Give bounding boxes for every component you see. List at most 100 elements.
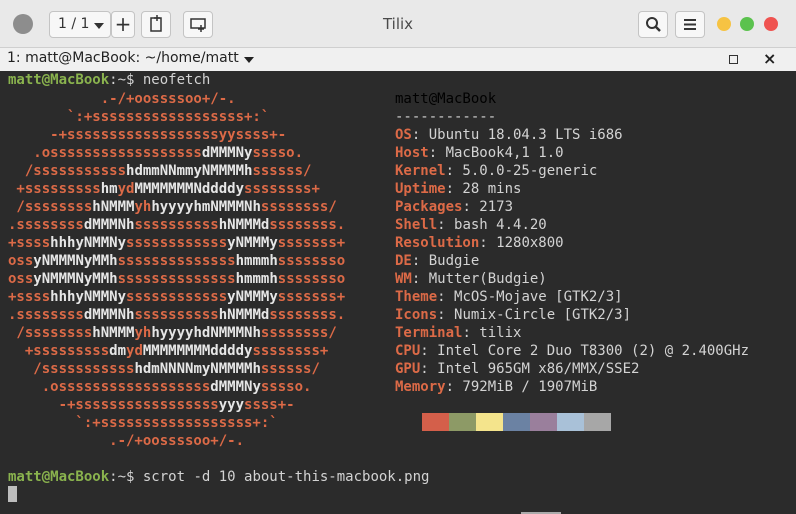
- close-button[interactable]: [764, 17, 778, 31]
- prompt-path: :~$: [109, 72, 143, 88]
- info-key: Terminal: [395, 325, 463, 341]
- info-row: Host: MacBook4,1 1.0: [395, 144, 564, 162]
- info-title: matt@MacBook: [395, 91, 497, 107]
- info-value: : 28 mins: [445, 181, 522, 197]
- menu-button[interactable]: [675, 11, 705, 38]
- logo-segment: .ossssssssssssssssss: [8, 379, 211, 395]
- maximize-terminal-icon[interactable]: [729, 55, 738, 64]
- logo-line: /ssssssssssshdmmNNmmyNMMMMhssssss/: [8, 162, 312, 180]
- logo-segment: ssssssssss: [134, 307, 219, 323]
- logo-segment: yNMMMy: [227, 289, 278, 305]
- color-swatch: [449, 413, 476, 431]
- info-row: Icons: Numix-Circle [GTK2/3]: [395, 306, 631, 324]
- logo-segment: dMMMNh: [83, 217, 135, 233]
- logo-segment: dMMMNy: [210, 379, 261, 395]
- prompt-path: :~$: [109, 469, 143, 485]
- logo-segment: ssssssssssss: [126, 235, 228, 251]
- hamburger-menu-icon: [684, 19, 696, 30]
- color-swatch: [422, 413, 449, 431]
- logo-segment: hmmmh: [235, 253, 278, 269]
- logo-segment: ssssssss.: [269, 217, 346, 233]
- logo-segment: yd: [117, 181, 135, 197]
- logo-segment: .ssssssss: [8, 307, 84, 323]
- info-key: Host: [395, 145, 429, 161]
- logo-segment: -+ssssssssssssssssssyyssss+-: [8, 127, 287, 143]
- logo-segment: ssssssss/: [260, 199, 337, 215]
- info-row: OS: Ubuntu 18.04.3 LTS i686: [395, 126, 623, 144]
- logo-segment: hdmNNNNmyNMMMMh: [134, 361, 261, 377]
- title-bar: 1 / 1 + Tilix: [0, 0, 796, 48]
- color-swatch: [557, 413, 584, 431]
- info-key: Uptime: [395, 181, 446, 197]
- logo-segment: yNMMMNyMMh: [33, 253, 118, 269]
- info-key: GPU: [395, 361, 421, 377]
- info-value: : Ubuntu 18.04.3 LTS i686: [411, 127, 623, 143]
- logo-segment: dMMMNy: [201, 145, 253, 161]
- logo-segment: .ossssssssssssssssss: [8, 145, 202, 161]
- logo-line: +sssssssssdmydMMMMMMMMddddyssssssss+: [8, 342, 328, 360]
- logo-segment: yNMMMy: [227, 235, 278, 251]
- prompt-line: matt@MacBook:~$ scrot -d 10 about-this-m…: [8, 468, 429, 486]
- info-row: DE: Budgie: [395, 252, 479, 270]
- info-value: : 2173: [462, 199, 514, 215]
- logo-segment: yh: [134, 199, 152, 215]
- prompt-line: matt@MacBook:~$ neofetch: [8, 71, 210, 89]
- text-cursor: [8, 486, 17, 502]
- minimize-button[interactable]: [717, 17, 731, 31]
- terminal-output[interactable]: matt@MacBook:~$ neofetch .-/+oossssoo+/-…: [0, 71, 796, 514]
- logo-line: +ssssssssshmydMMMMMMMNddddyssssssss+: [8, 180, 319, 198]
- logo-segment: yd: [126, 343, 143, 359]
- info-row: Theme: McOS-Mojave [GTK2/3]: [395, 288, 623, 306]
- logo-line: .-/+oossssoo+/-.: [8, 432, 244, 450]
- logo-segment: hm: [100, 181, 118, 197]
- info-key: Icons: [395, 307, 438, 323]
- logo-line: .ossssssssssssssssssdMMMNysssso.: [8, 378, 312, 396]
- logo-segment: +sssssssss: [8, 181, 101, 197]
- logo-segment: MMMMMMMMddddy: [142, 343, 253, 359]
- logo-segment: hNMMM: [92, 325, 135, 341]
- logo-segment: dMMMNh: [83, 307, 135, 323]
- info-value: : McOS-Mojave [GTK2/3]: [437, 289, 623, 305]
- logo-segment: oss: [8, 253, 34, 269]
- info-key: Theme: [395, 289, 438, 305]
- logo-line: +sssshhhyNMMNyssssssssssssyNMMMysssssss+: [8, 234, 345, 252]
- logo-segment: hhhyNMMNy: [50, 289, 127, 305]
- info-value: : Numix-Circle [GTK2/3]: [437, 307, 632, 323]
- info-row: Shell: bash 4.4.20: [395, 216, 547, 234]
- info-value: : tilix: [462, 325, 522, 341]
- logo-line: ossyNMMMNyMMhsssssssssssssshmmmhssssssso: [8, 252, 345, 270]
- logo-segment: ssssssssss: [134, 217, 219, 233]
- logo-line: `:+ssssssssssssssssss+:`: [8, 414, 277, 432]
- logo-segment: ssssssso: [277, 253, 346, 269]
- logo-segment: +sssssssss: [8, 343, 110, 359]
- info-row: Uptime: 28 mins: [395, 180, 521, 198]
- info-key: Kernel: [395, 163, 446, 179]
- info-value: : MacBook4,1 1.0: [428, 145, 564, 161]
- logo-segment: hNMMM: [92, 199, 135, 215]
- logo-segment: ssssss/: [260, 361, 320, 377]
- logo-line: /sssssssshNMMMyhhyyyyhmNMMMNhssssssss/: [8, 198, 337, 216]
- chevron-down-icon[interactable]: [244, 57, 254, 63]
- maximize-button[interactable]: [740, 17, 754, 31]
- info-row: Kernel: 5.0.0-25-generic: [395, 162, 597, 180]
- close-terminal-icon[interactable]: ×: [763, 49, 776, 68]
- command-text: neofetch: [142, 72, 211, 88]
- info-key: Packages: [395, 199, 463, 215]
- color-swatch: [530, 413, 557, 431]
- logo-segment: ssssssssssss: [126, 289, 228, 305]
- search-icon: [646, 17, 661, 32]
- search-button[interactable]: [638, 11, 668, 38]
- color-swatch: [584, 413, 611, 431]
- logo-segment: ssssssso: [277, 271, 346, 287]
- info-separator: ------------: [395, 109, 497, 125]
- info-key: Memory: [395, 379, 446, 395]
- logo-segment: /sssssssssss: [8, 163, 127, 179]
- info-value: : bash 4.4.20: [437, 217, 547, 233]
- info-row: Resolution: 1280x800: [395, 234, 564, 252]
- terminal-window: 1 / 1 + Tilix 1: matt@MacBook: ~/home/ma…: [0, 0, 796, 514]
- terminal-tab-label[interactable]: 1: matt@MacBook: ~/home/matt: [7, 50, 239, 66]
- info-row: WM: Mutter(Budgie): [395, 270, 547, 288]
- logo-segment: ssssssss+: [252, 343, 329, 359]
- info-row: Packages: 2173: [395, 198, 513, 216]
- logo-segment: dm: [109, 343, 127, 359]
